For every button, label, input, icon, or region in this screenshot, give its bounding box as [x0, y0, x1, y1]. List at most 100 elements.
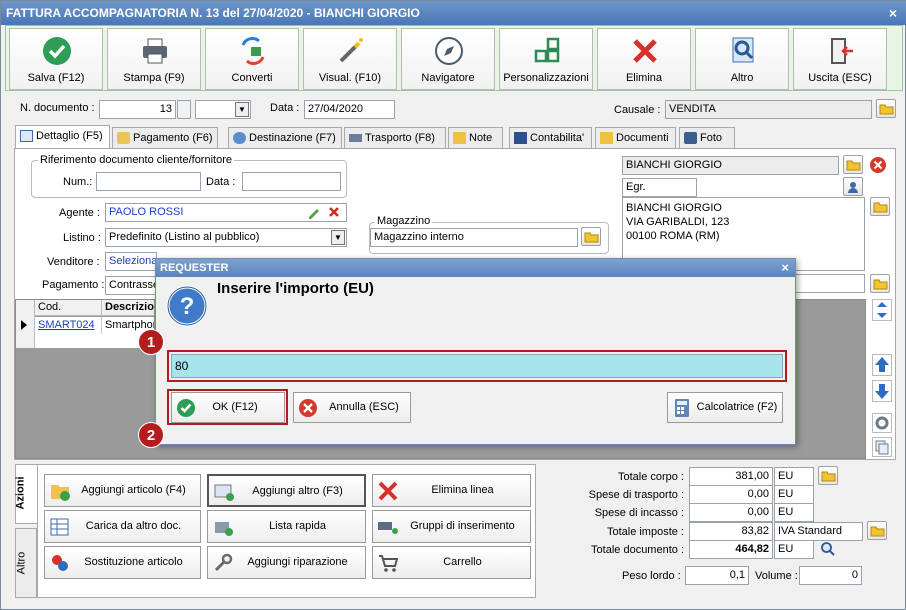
customizations-button[interactable]: Personalizzazioni — [499, 28, 593, 90]
copy-button[interactable] — [872, 437, 892, 457]
currency-field: EU — [774, 540, 814, 559]
address-line: BIANCHI GIORGIO — [626, 202, 722, 214]
cancel-button[interactable]: Annulla (ESC) — [293, 392, 411, 423]
quick-list-icon — [215, 522, 233, 536]
remove-client-icon[interactable] — [869, 156, 887, 174]
delete-button[interactable]: Elimina — [597, 28, 691, 90]
window-titlebar: FATTURA ACCOMPAGNATORIA N. 13 del 27/04/… — [1, 1, 906, 25]
address-folder-button[interactable] — [870, 197, 890, 216]
spese-trasporto-field[interactable]: 0,00 — [689, 485, 773, 504]
calculator-button[interactable]: Calcolatrice (F2) — [667, 392, 783, 423]
venditore-field[interactable]: Seleziona — [105, 252, 157, 271]
window-title: FATTURA ACCOMPAGNATORIA N. 13 del 27/04/… — [6, 6, 420, 20]
tab-contabilita[interactable]: Contabilita' — [509, 127, 592, 148]
move-down-button[interactable] — [872, 380, 892, 402]
folder-icon — [584, 232, 599, 243]
payment-detail-field[interactable] — [794, 274, 865, 293]
iva-field[interactable]: IVA Standard — [774, 522, 863, 541]
iva-folder-button[interactable] — [867, 521, 887, 540]
visual-button[interactable]: Visual. (F10) — [303, 28, 397, 90]
cliente-folder-button[interactable] — [843, 155, 863, 174]
table-icon — [50, 518, 69, 536]
insertion-groups-button[interactable]: Gruppi di inserimento — [372, 510, 531, 543]
move-top-button[interactable] — [872, 299, 892, 321]
tab-destinazione[interactable]: Destinazione (F7) — [228, 127, 342, 148]
clear-x-icon[interactable] — [328, 206, 340, 218]
save-button[interactable]: Salva (F12) — [9, 28, 103, 90]
grid-header-cod[interactable]: Cod. — [35, 300, 102, 316]
num-label: Num.: — [63, 176, 93, 188]
main-toolbar: Salva (F12) Stampa (F9) Converti Visual.… — [5, 25, 903, 91]
replace-article-button[interactable]: Sostituzione articolo — [44, 546, 201, 579]
step-badge-1: 1 — [138, 329, 164, 355]
peso-field[interactable]: 0,1 — [685, 566, 749, 585]
side-tab-altro[interactable]: Altro — [15, 528, 37, 598]
cliente-title-field[interactable]: Egr. — [622, 178, 697, 197]
doc-number-field[interactable]: 13 — [99, 100, 176, 119]
window-close-button[interactable]: × — [885, 5, 901, 21]
folder-icon — [846, 160, 861, 171]
spese-incasso-field[interactable]: 0,00 — [689, 503, 773, 522]
other-button[interactable]: Altro — [695, 28, 789, 90]
totals-folder-button[interactable] — [818, 466, 838, 485]
row-pointer-icon — [21, 320, 27, 330]
convert-button[interactable]: Converti — [205, 28, 299, 90]
causale-field[interactable]: VENDITA — [665, 100, 872, 119]
magnifier-icon — [732, 37, 754, 63]
swap-icon — [52, 555, 68, 571]
cart-button[interactable]: Carrello — [372, 546, 531, 579]
truck-icon — [349, 134, 362, 142]
causale-folder-button[interactable] — [876, 99, 896, 118]
load-from-doc-button[interactable]: Carica da altro doc. — [44, 510, 201, 543]
add-article-button[interactable]: Aggiungi articolo (F4) — [44, 474, 201, 507]
tab-foto[interactable]: Foto — [679, 127, 735, 148]
exit-door-icon — [831, 38, 853, 64]
check-icon — [43, 37, 71, 65]
listino-select[interactable]: Predefinito (Listino al pubblico) ▼ — [105, 228, 347, 247]
tab-documenti[interactable]: Documenti — [595, 127, 676, 148]
tab-trasporto[interactable]: Trasporto (F8) — [344, 127, 446, 148]
ok-button[interactable]: OK (F12) — [171, 392, 285, 423]
rif-date-field[interactable] — [242, 172, 341, 191]
compass-icon — [435, 37, 463, 65]
add-other-button[interactable]: Aggiungi altro (F3) — [207, 474, 366, 507]
pencil-icon[interactable] — [307, 206, 321, 219]
num-field[interactable] — [96, 172, 201, 191]
volume-field[interactable]: 0 — [799, 566, 862, 585]
client-card-button[interactable] — [843, 177, 863, 196]
cliente-name-field[interactable]: BIANCHI GIORGIO — [622, 156, 839, 175]
pagamento-field[interactable]: Contrasse — [105, 276, 157, 295]
dialog-close-button[interactable]: × — [781, 259, 789, 277]
tab-pagamento[interactable]: Pagamento (F6) — [112, 127, 218, 148]
arrow-up-icon — [875, 357, 889, 372]
table-icon — [20, 130, 33, 142]
doc-series-select[interactable]: ▼ — [195, 100, 251, 119]
side-tab-azioni[interactable]: Azioni — [15, 464, 37, 524]
date-field[interactable]: 27/04/2020 — [304, 100, 395, 119]
grid-cell-cod[interactable]: SMART024 — [35, 317, 102, 334]
zoom-icon[interactable] — [820, 541, 836, 557]
magazzino-folder-button[interactable] — [581, 227, 601, 246]
move-up-button[interactable] — [872, 354, 892, 376]
add-repair-button[interactable]: Aggiungi riparazione — [207, 546, 366, 579]
payment-folder-button[interactable] — [870, 274, 890, 293]
tab-dettaglio[interactable]: Dettaglio (F5) — [15, 125, 110, 149]
delete-line-button[interactable]: Elimina linea — [372, 474, 531, 507]
quick-list-button[interactable]: Lista rapida — [207, 510, 366, 543]
x-icon — [378, 481, 398, 501]
chevron-down-icon: ▼ — [235, 102, 249, 117]
navigator-button[interactable]: Navigatore — [401, 28, 495, 90]
grid-header-desc[interactable]: Descrizio — [102, 300, 154, 316]
exit-button[interactable]: Uscita (ESC) — [793, 28, 887, 90]
money-icon — [117, 132, 130, 144]
folder-icon — [873, 202, 888, 213]
pagamento-label: Pagamento : — [42, 279, 105, 291]
folder-icon — [453, 132, 466, 144]
magazzino-field[interactable]: Magazzino interno — [370, 228, 578, 247]
convert-icon — [241, 36, 265, 66]
doc-suffix-box[interactable] — [177, 100, 191, 119]
settings-button[interactable] — [872, 413, 892, 433]
amount-input[interactable]: 80 — [171, 354, 783, 378]
print-button[interactable]: Stampa (F9) — [107, 28, 201, 90]
tab-note[interactable]: Note — [448, 127, 503, 148]
